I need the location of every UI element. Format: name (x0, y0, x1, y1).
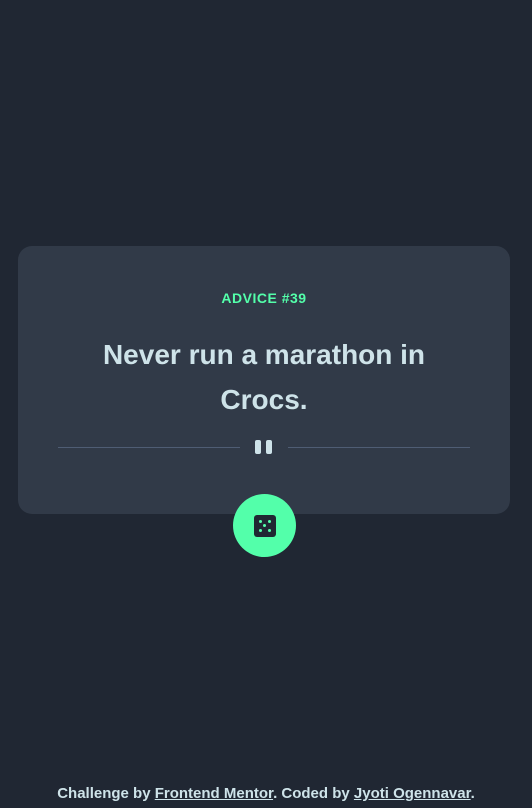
divider-line-right (288, 447, 470, 448)
footer-prefix: Challenge by (57, 785, 155, 802)
page: ADVICE #39 Never run a marathon in Crocs… (0, 0, 532, 808)
divider (58, 438, 470, 456)
frontend-mentor-link[interactable]: Frontend Mentor (155, 785, 273, 802)
advice-id: ADVICE #39 (221, 290, 307, 306)
footer-middle: . Coded by (273, 785, 354, 802)
pause-icon (254, 440, 274, 454)
advice-card: ADVICE #39 Never run a marathon in Crocs… (18, 246, 510, 514)
dice-icon (253, 514, 276, 537)
attribution-footer: Challenge by Frontend Mentor. Coded by J… (0, 785, 532, 802)
generate-advice-button[interactable] (233, 494, 296, 557)
advice-text: Never run a marathon in Crocs. (102, 339, 426, 415)
author-link[interactable]: Jyoti Ogennavar (354, 785, 471, 802)
footer-suffix: . (470, 785, 475, 802)
divider-line-left (58, 447, 240, 448)
